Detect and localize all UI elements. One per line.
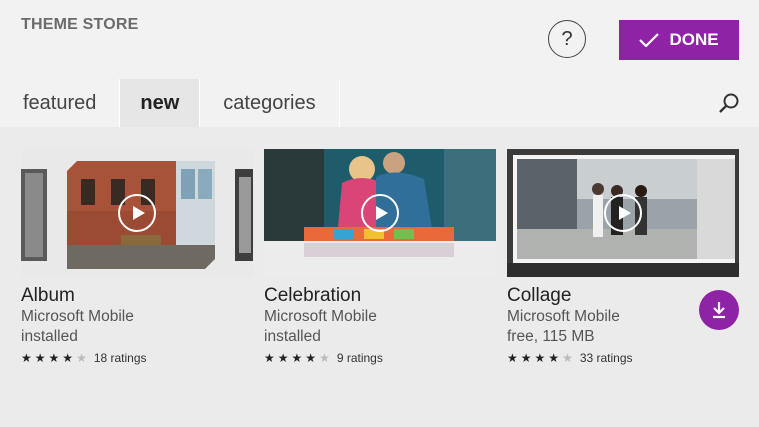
theme-status: installed [264, 328, 321, 345]
star-icon: ★ [291, 351, 303, 365]
tab-featured[interactable]: featured [0, 79, 121, 127]
ratings-count: 9 ratings [336, 351, 383, 365]
rating: ★ ★ ★ ★ ★ 9 ratings [264, 351, 496, 365]
theme-thumbnail[interactable] [507, 149, 739, 277]
download-button[interactable] [699, 290, 739, 330]
tab-bar: featured new categories [0, 79, 759, 127]
tab-categories[interactable]: categories [200, 79, 340, 127]
star-icon: ★ [277, 351, 289, 365]
theme-list: Album Microsoft Mobile installed ★ ★ ★ ★… [0, 127, 759, 427]
star-empty-icon: ★ [76, 351, 87, 365]
play-icon [618, 206, 631, 220]
play-button[interactable] [361, 194, 399, 232]
done-label: DONE [669, 30, 719, 49]
star-rating: ★ ★ ★ ★ ★ [264, 352, 330, 364]
theme-publisher: Microsoft Mobile [264, 308, 377, 325]
theme-status: free, 115 MB [507, 328, 595, 345]
theme-thumbnail[interactable] [264, 149, 496, 277]
theme-thumbnail[interactable] [21, 149, 253, 277]
star-icon: ★ [507, 351, 518, 365]
ratings-count: 18 ratings [93, 351, 147, 365]
ratings-count: 33 ratings [579, 351, 633, 365]
rating: ★ ★ ★ ★ ★ 18 ratings [21, 351, 253, 365]
theme-publisher: Microsoft Mobile [21, 308, 134, 325]
star-rating: ★ ★ ★ ★ ★ [21, 352, 87, 364]
play-icon [132, 206, 145, 220]
tab-new[interactable]: new [120, 79, 201, 127]
theme-card-celebration[interactable]: Celebration Microsoft Mobile installed ★… [264, 149, 496, 365]
help-button[interactable]: ? [548, 20, 586, 58]
star-icon: ★ [48, 351, 60, 365]
theme-card-collage[interactable]: Collage Microsoft Mobile free, 115 MB ★ … [507, 149, 739, 365]
check-icon [639, 33, 660, 47]
theme-title: Celebration [264, 285, 362, 306]
download-icon [713, 302, 725, 319]
search-icon[interactable] [718, 92, 740, 114]
star-icon: ★ [34, 351, 46, 365]
done-button[interactable]: DONE [619, 20, 739, 60]
star-rating: ★ ★ ★ ★ ★ [507, 352, 573, 364]
star-icon: ★ [21, 351, 32, 365]
theme-status: installed [21, 328, 78, 345]
play-button[interactable] [604, 194, 642, 232]
theme-title: Album [21, 285, 75, 306]
play-icon [375, 206, 388, 220]
star-icon: ★ [305, 351, 317, 365]
theme-card-album[interactable]: Album Microsoft Mobile installed ★ ★ ★ ★… [21, 149, 253, 365]
star-icon: ★ [264, 351, 275, 365]
star-icon: ★ [548, 351, 560, 365]
star-icon: ★ [520, 351, 532, 365]
page-title: THEME STORE [21, 16, 139, 33]
star-icon: ★ [62, 351, 74, 365]
play-button[interactable] [118, 194, 156, 232]
rating: ★ ★ ★ ★ ★ 33 ratings [507, 351, 739, 365]
star-empty-icon: ★ [319, 351, 330, 365]
star-empty-icon: ★ [562, 351, 573, 365]
help-icon: ? [561, 27, 573, 50]
star-icon: ★ [534, 351, 546, 365]
